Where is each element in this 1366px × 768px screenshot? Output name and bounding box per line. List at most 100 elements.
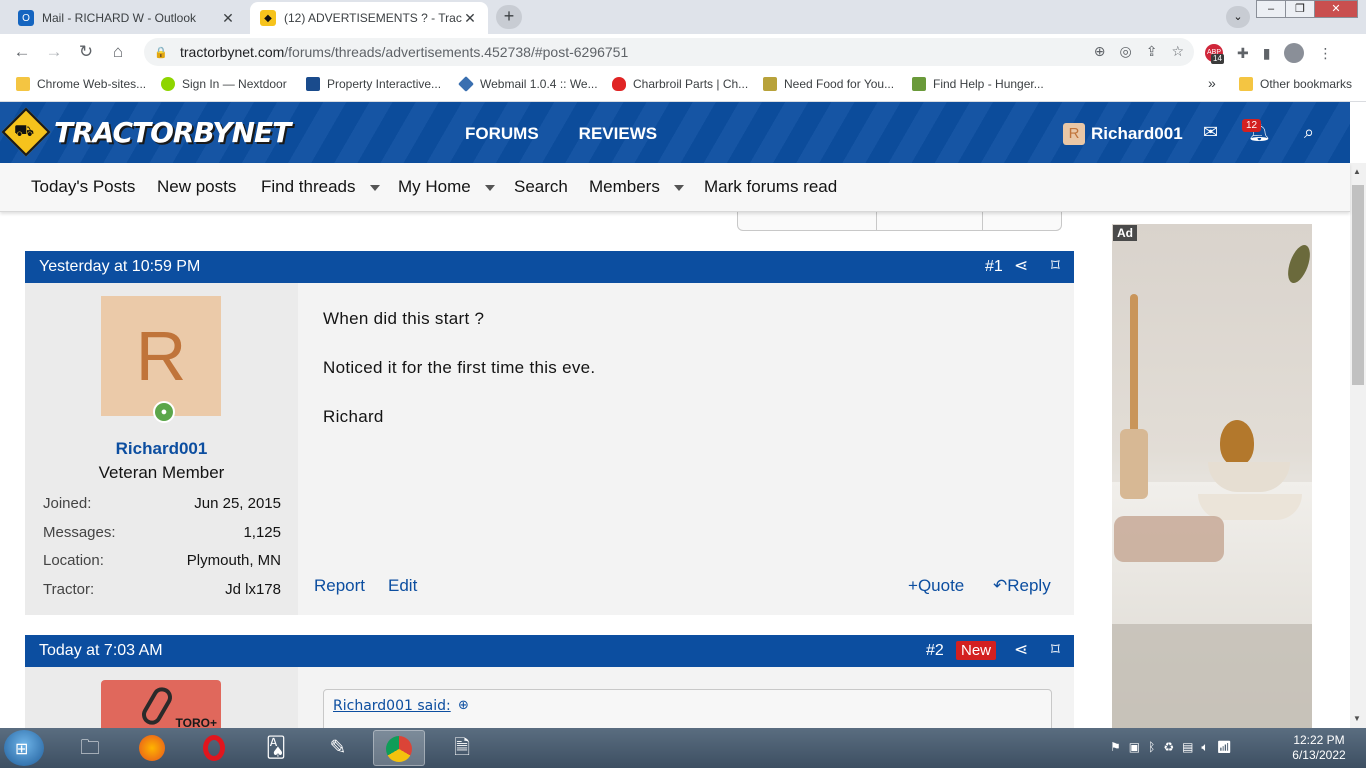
home-icon[interactable]: ⌂ [106, 40, 130, 64]
notepad-icon[interactable]: 🗎 [436, 730, 488, 766]
post-username[interactable]: Richard001 [25, 439, 298, 459]
share-icon[interactable]: ⋖ [1014, 256, 1028, 276]
tab-search-button[interactable]: ⌄ [1226, 6, 1250, 28]
quote-attribution-link[interactable]: Richard001 said: [333, 698, 451, 714]
extensions-area: ABP 14 ✚ ▮ ⋮ [1205, 43, 1332, 64]
reload-icon[interactable]: ↻ [74, 40, 98, 64]
wheat-icon [763, 77, 777, 91]
scrollbar-thumb[interactable] [1352, 185, 1364, 385]
minimize-button[interactable]: – [1256, 0, 1286, 18]
sidebar-ad-image[interactable] [1112, 224, 1312, 728]
paint-icon[interactable]: ✎ [312, 730, 364, 766]
side-panel-icon[interactable]: ▮ [1263, 45, 1271, 62]
post-number[interactable]: #1 [985, 258, 1003, 276]
reply-button[interactable]: ↶Reply [993, 576, 1051, 596]
chevron-down-icon [673, 184, 684, 191]
window-close-button[interactable]: ✕ [1314, 0, 1358, 18]
bookmark-item[interactable]: Chrome Web-sites... [16, 77, 146, 91]
tab-advertisements[interactable]: ◆ (12) ADVERTISEMENTS ? - Tractor ✕ [250, 2, 488, 34]
new-tab-button[interactable]: + [496, 5, 522, 29]
ad-candle-holder [1120, 429, 1148, 499]
bookmark-star-icon[interactable]: ☆ [1171, 43, 1184, 60]
chrome-icon[interactable] [373, 730, 425, 766]
tab-outlook-mail[interactable]: O Mail - RICHARD W - Outlook ✕ [8, 2, 246, 34]
post-body: TORO+ Richard001 said: ⊕ [25, 667, 1074, 728]
post-date[interactable]: Today at 7:03 AM [39, 642, 163, 660]
nextdoor-icon [161, 77, 175, 91]
page-scrollbar[interactable]: ▲ ▼ [1350, 163, 1366, 728]
property-icon [306, 77, 320, 91]
other-bookmarks-folder[interactable]: Other bookmarks [1239, 77, 1352, 91]
bookmark-item[interactable]: Need Food for You... [763, 77, 894, 91]
nav-forums[interactable]: FORUMS [465, 124, 539, 144]
post-body: R ● Richard001 Veteran Member Joined: Jun… [25, 283, 1074, 615]
share-icon[interactable]: ⋖ [1014, 640, 1028, 660]
back-arrow-icon[interactable]: ← [10, 40, 34, 64]
envelope-icon[interactable]: ✉ [1203, 122, 1218, 143]
menu-kebab-icon[interactable]: ⋮ [1318, 45, 1332, 62]
subnav-mark-forums-read[interactable]: Mark forums read [704, 177, 837, 197]
subnav-new-posts[interactable]: New posts [157, 177, 236, 197]
browser-tab-strip: O Mail - RICHARD W - Outlook ✕ ◆ (12) AD… [0, 0, 1366, 34]
bookmark-item[interactable]: Webmail 1.0.4 :: We... [458, 76, 598, 92]
post-user-info: TORO+ [25, 667, 298, 728]
subnav-members[interactable]: Members [589, 177, 684, 197]
adblock-extension-icon[interactable]: ABP 14 [1205, 44, 1224, 64]
window-controls: – ❐ ✕ [1256, 0, 1358, 18]
sync-icon[interactable]: ♻ [1163, 740, 1174, 755]
taskbar-clock[interactable]: 12:22 PM 6/13/2022 [1288, 733, 1350, 763]
scroll-up-icon[interactable]: ▲ [1353, 167, 1361, 176]
network-monitor-icon[interactable]: ▣ [1129, 740, 1140, 755]
bookmark-icon[interactable]: ⌑ [1051, 640, 1060, 660]
share-icon[interactable]: ⇪ [1146, 43, 1158, 60]
signal-icon[interactable]: 📶︎ [1217, 740, 1232, 755]
arrow-up-circle-icon[interactable]: ⊕ [458, 697, 469, 713]
bookmark-item[interactable]: Find Help - Hunger... [912, 77, 1044, 91]
subnav-search[interactable]: Search [514, 177, 568, 197]
start-button[interactable]: ⊞ [4, 730, 44, 766]
bookmarks-overflow-button[interactable]: » [1208, 75, 1216, 91]
bluetooth-icon[interactable]: ᛒ [1148, 740, 1155, 755]
ad-cloth [1112, 624, 1312, 728]
bookmark-item[interactable]: Property Interactive... [306, 77, 441, 91]
address-bar[interactable]: 🔒 tractorbynet.com/forums/threads/advert… [144, 38, 1194, 66]
bookmark-icon[interactable]: ⌑ [1051, 256, 1060, 276]
profile-avatar-icon[interactable] [1284, 43, 1305, 63]
puzzle-extensions-icon[interactable]: ✚ [1237, 45, 1249, 62]
bookmark-item[interactable]: Sign In — Nextdoor [161, 77, 287, 91]
ad-napkin [1114, 516, 1224, 562]
scroll-down-icon[interactable]: ▼ [1353, 714, 1361, 723]
user-avatar[interactable]: TORO+ [101, 680, 221, 728]
close-tab-icon[interactable]: ✕ [462, 10, 478, 27]
user-avatar: R [1063, 123, 1085, 145]
opera-icon[interactable] [188, 730, 240, 766]
edit-link[interactable]: Edit [388, 576, 417, 596]
post-number[interactable]: #2 [926, 642, 944, 660]
device-icon[interactable]: ▤ [1182, 740, 1193, 755]
tracking-blocked-icon[interactable]: ◎ [1119, 43, 1131, 60]
bookmark-item[interactable]: Charbroil Parts | Ch... [612, 77, 748, 91]
header-user-menu[interactable]: R Richard001 [1063, 123, 1183, 145]
flag-icon[interactable]: ⚑ [1110, 740, 1121, 755]
quote-button[interactable]: +Quote [908, 576, 964, 596]
post-date[interactable]: Yesterday at 10:59 PM [39, 258, 200, 276]
maximize-button[interactable]: ❐ [1285, 0, 1315, 18]
user-avatar[interactable]: R [101, 296, 221, 416]
search-icon[interactable]: ⌕ [1304, 122, 1314, 143]
tab-title: (12) ADVERTISEMENTS ? - Tractor [284, 11, 462, 25]
user-stat-tractor: Tractor: Jd lx178 [43, 581, 281, 598]
close-tab-icon[interactable]: ✕ [220, 10, 236, 27]
nav-reviews[interactable]: REVIEWS [579, 124, 657, 144]
subnav-todays-posts[interactable]: Today's Posts [31, 177, 135, 197]
solitaire-icon[interactable]: 🂡 [250, 730, 302, 766]
subnav-my-home[interactable]: My Home [398, 177, 495, 197]
browser-toolbar: ← → ↻ ⌂ 🔒 tractorbynet.com/forums/thread… [0, 34, 1366, 70]
zoom-icon[interactable]: ⊕ [1094, 43, 1106, 60]
firefox-icon[interactable] [126, 730, 178, 766]
subnav-find-threads[interactable]: Find threads [261, 177, 380, 197]
forward-arrow-icon[interactable]: → [42, 40, 66, 64]
site-logo[interactable]: ⛟ TRACTORBYNET [1, 107, 291, 157]
volume-icon[interactable]: 🔈︎ [1201, 740, 1208, 755]
file-explorer-icon[interactable]: 🗀 [64, 730, 116, 766]
report-link[interactable]: Report [314, 576, 365, 596]
